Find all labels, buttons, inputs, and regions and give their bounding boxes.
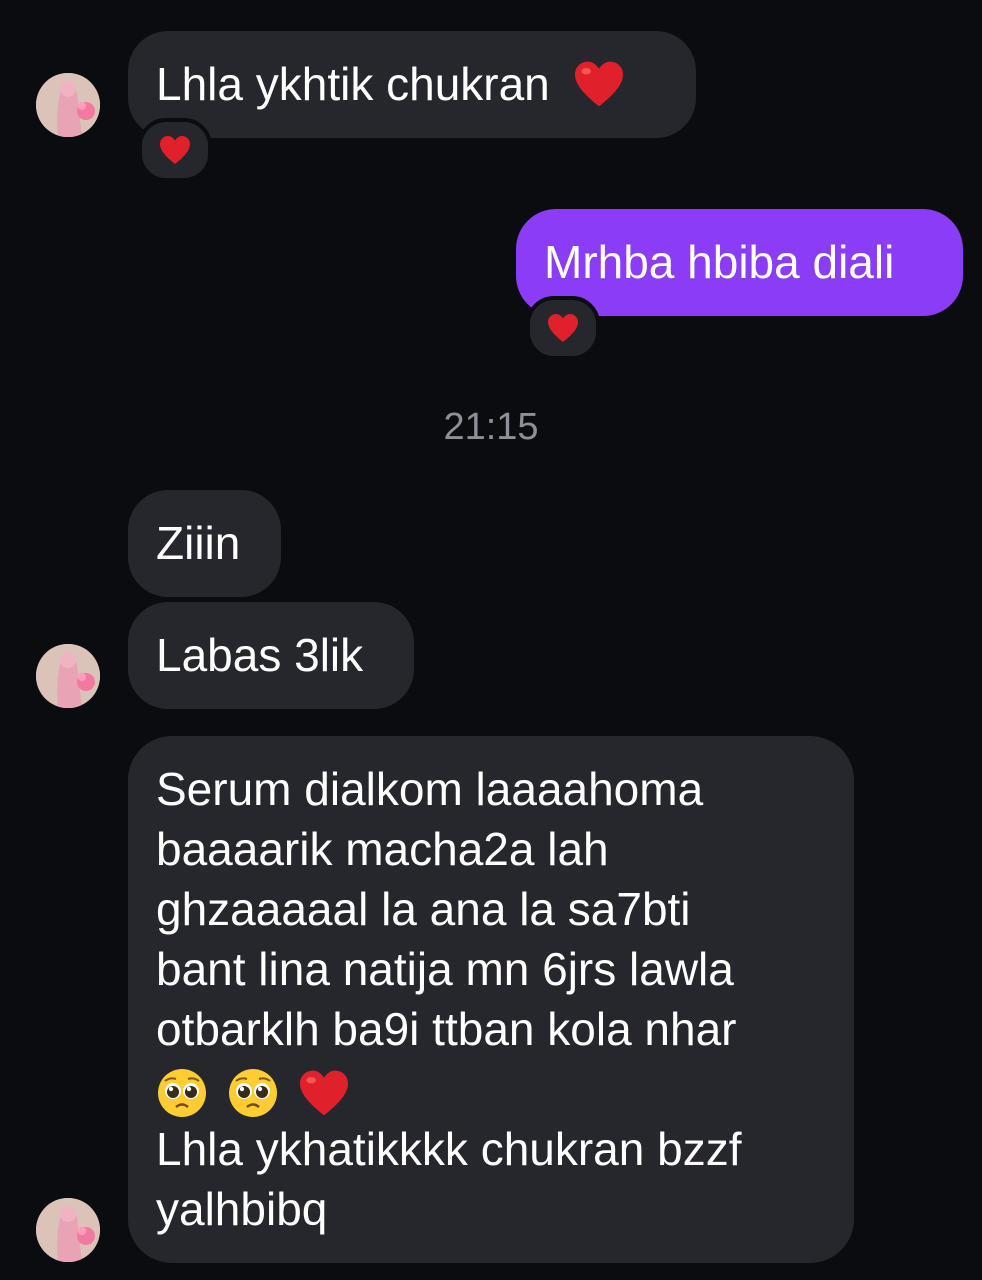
contact-avatar[interactable] [36,644,100,708]
message-bubble-received[interactable]: Labas 3lik [128,602,414,709]
message-text: Lhla ykhtik chukran [156,58,550,110]
message-text: Labas 3lik [156,629,364,681]
pleading-face-icon [228,1068,277,1117]
message-text-line: yalhbibq [156,1183,328,1235]
message-text: Ziiin [156,517,241,569]
heart-icon [574,61,623,107]
heart-icon [160,136,190,164]
message-text-line: Lhla ykhatikkkk chukran bzzf [156,1123,742,1175]
avatar-image [36,644,100,708]
emoji-line [156,1059,826,1119]
message-text-line: bant lina natija mn 6jrs lawla [156,943,734,995]
message-text: Mrhba hbiba diali [544,236,895,288]
message-bubble-received[interactable]: Lhla ykhtik chukran [128,31,696,138]
heart-icon [299,1070,348,1116]
contact-avatar[interactable] [36,73,100,137]
contact-avatar[interactable] [36,1198,100,1262]
message-text-line: otbarklh ba9i ttban kola nhar [156,1003,737,1055]
message-bubble-received[interactable]: Serum dialkom laaaahoma baaaarik macha2a… [128,736,854,1263]
message-text-line: baaaarik macha2a lah [156,823,609,875]
message-bubble-received[interactable]: Ziiin [128,490,281,597]
avatar-image [36,73,100,137]
avatar-image [36,1198,100,1262]
message-text-line: ghzaaaaal la ana la sa7bti [156,883,691,935]
reaction-badge[interactable] [138,118,212,182]
message-text-line: Serum dialkom laaaahoma [156,763,704,815]
heart-icon [548,314,578,342]
timestamp-divider: 21:15 [443,406,539,448]
pleading-face-icon [158,1068,206,1117]
reaction-badge[interactable] [526,296,600,360]
